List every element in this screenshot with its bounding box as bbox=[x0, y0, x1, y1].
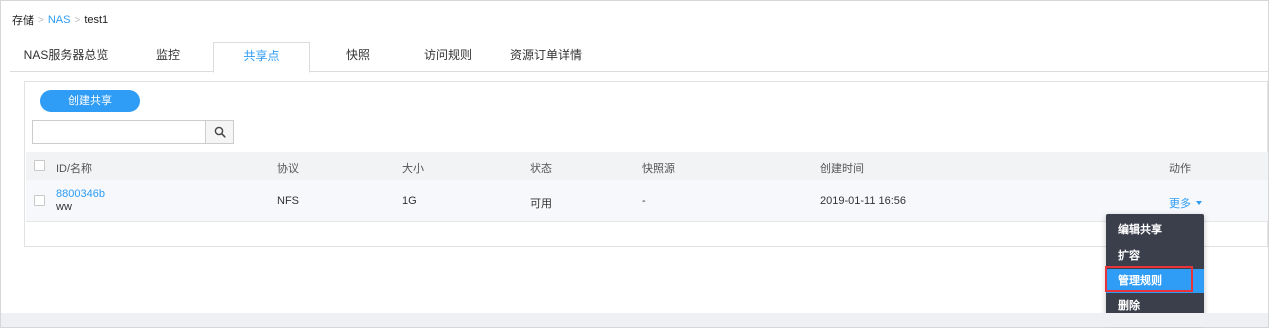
cell-size: 1G bbox=[402, 195, 417, 207]
actions-menu: 编辑共享 扩容 管理规则 删除 bbox=[1106, 214, 1204, 322]
cell-protocol: NFS bbox=[277, 195, 299, 207]
more-actions-dropdown[interactable]: 更多 bbox=[1169, 195, 1202, 211]
create-share-button[interactable]: 创建共享 bbox=[40, 90, 140, 112]
tab-resource-order[interactable]: 资源订单详情 bbox=[498, 42, 594, 72]
header-created-time: 创建时间 bbox=[820, 163, 864, 175]
share-id-link[interactable]: 8800346b bbox=[56, 188, 105, 200]
search-icon bbox=[214, 126, 226, 138]
select-all-checkbox[interactable] bbox=[34, 160, 45, 171]
tab-bar: NAS服务器总览 监控 共享点 快照 访问规则 资源订单详情 bbox=[10, 42, 1268, 73]
share-points-panel: 创建共享 ID/名称 协议 大小 状态 快照源 创建时间 动作 8800346b… bbox=[24, 81, 1268, 247]
cell-snapshot-source: - bbox=[642, 195, 646, 207]
tab-share-points[interactable]: 共享点 bbox=[213, 42, 310, 73]
table-row: 8800346b ww NFS 1G 可用 - 2019-01-11 16:56… bbox=[26, 180, 1268, 222]
tab-access-rules[interactable]: 访问规则 bbox=[403, 42, 493, 72]
breadcrumb-current: test1 bbox=[84, 14, 109, 26]
footer-bar bbox=[1, 313, 1268, 327]
header-snapshot-source: 快照源 bbox=[642, 163, 675, 175]
header-size: 大小 bbox=[402, 163, 424, 175]
menu-item-expand[interactable]: 扩容 bbox=[1106, 244, 1204, 268]
cell-created-time: 2019-01-11 16:56 bbox=[820, 195, 907, 207]
header-actions: 动作 bbox=[1169, 163, 1191, 175]
cell-status: 可用 bbox=[530, 198, 552, 210]
breadcrumb-separator: > bbox=[74, 14, 81, 26]
header-protocol: 协议 bbox=[277, 163, 299, 175]
search-input[interactable] bbox=[33, 121, 205, 143]
table-header: ID/名称 协议 大小 状态 快照源 创建时间 动作 bbox=[26, 152, 1268, 180]
header-status: 状态 bbox=[530, 163, 552, 175]
tab-monitor[interactable]: 监控 bbox=[128, 42, 208, 72]
chevron-down-icon bbox=[1196, 201, 1202, 205]
breadcrumb: 存储 > NAS > test1 bbox=[12, 12, 108, 28]
menu-item-manage-rules[interactable]: 管理规则 bbox=[1106, 269, 1204, 293]
row-checkbox[interactable] bbox=[34, 195, 45, 206]
header-id-name: ID/名称 bbox=[56, 163, 93, 175]
breadcrumb-link-nas[interactable]: NAS bbox=[48, 14, 71, 26]
search-box bbox=[32, 120, 234, 144]
breadcrumb-separator: > bbox=[38, 14, 44, 26]
search-button[interactable] bbox=[205, 121, 233, 143]
share-name: ww bbox=[56, 201, 72, 213]
tab-nas-overview[interactable]: NAS服务器总览 bbox=[10, 42, 122, 72]
menu-item-edit-share[interactable]: 编辑共享 bbox=[1106, 218, 1204, 242]
more-label: 更多 bbox=[1169, 198, 1191, 210]
tab-snapshots[interactable]: 快照 bbox=[318, 42, 398, 72]
breadcrumb-root[interactable]: 存储 bbox=[12, 12, 34, 28]
